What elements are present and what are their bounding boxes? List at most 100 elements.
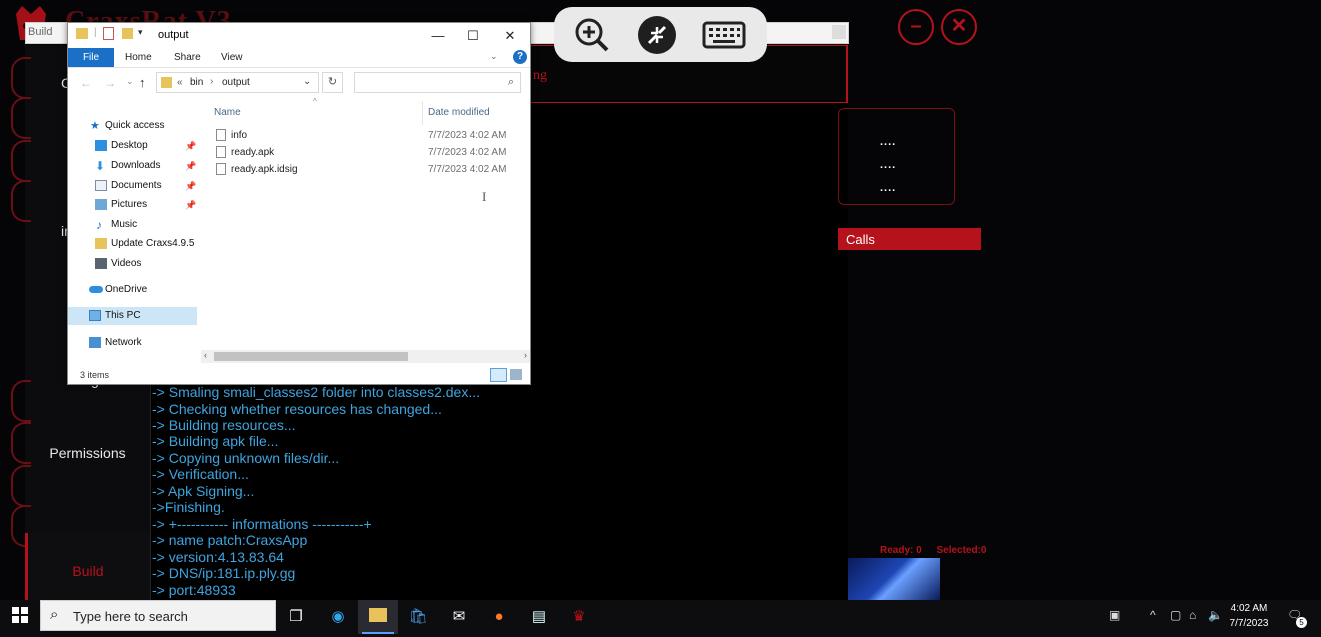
nav-music[interactable]: ♪ Music <box>68 216 197 234</box>
file-row[interactable]: ready.apk 7/7/2023 4:02 AM <box>201 144 530 161</box>
forward-icon[interactable]: → <box>104 76 116 90</box>
nav-network[interactable]: Network <box>68 334 197 352</box>
recent-locations-icon[interactable]: ⌄ <box>126 76 134 87</box>
volume-icon[interactable]: 🔈 <box>1208 608 1223 622</box>
clock-time: 4:02 AM <box>1230 603 1268 614</box>
scrollbar-thumb[interactable] <box>214 352 408 361</box>
search-input[interactable]: ⌕ <box>354 72 521 93</box>
nav-edge <box>11 57 31 99</box>
nav-label: Quick access <box>105 120 165 131</box>
expand-ribbon-icon[interactable]: ⌄ <box>490 51 498 62</box>
large-icons-view-icon[interactable] <box>510 369 522 380</box>
build-window-label: Build <box>28 26 53 38</box>
close-icon[interactable]: ✕ <box>492 25 528 47</box>
file-row[interactable]: info 7/7/2023 4:02 AM <box>201 127 530 144</box>
sort-ascending-icon: ^ <box>313 97 317 106</box>
network-status-icon[interactable]: ⌂ <box>1189 608 1196 622</box>
pin-icon[interactable]: 📌 <box>185 177 196 195</box>
customize-toolbar-icon[interactable]: ▾ <box>138 27 143 38</box>
search-placeholder: Type here to search <box>73 609 188 624</box>
back-icon[interactable]: ← <box>80 76 92 90</box>
file-date: 7/7/2023 4:02 AM <box>428 130 507 141</box>
address-row: ← → ⌄ ↑ « bin › output ⌄ ↻ ⌕ <box>68 70 530 97</box>
up-icon[interactable]: ↑ <box>139 75 146 90</box>
tab-view[interactable]: View <box>221 48 243 67</box>
nav-this-pc[interactable]: This PC <box>68 307 197 325</box>
tab-share[interactable]: Share <box>174 48 201 67</box>
address-bar[interactable]: « bin › output ⌄ <box>156 72 319 93</box>
file-icon <box>216 163 226 175</box>
horizontal-scrollbar[interactable]: ‹ › <box>201 350 530 363</box>
sidebar-item-build[interactable]: Build <box>25 533 153 610</box>
properties-icon[interactable] <box>103 27 114 40</box>
news-icon[interactable]: ▣ <box>1109 608 1120 622</box>
system-clock[interactable]: 4:02 AM 7/7/2023 <box>1224 601 1274 631</box>
pin-icon[interactable]: 📌 <box>185 157 196 175</box>
tab-home[interactable]: Home <box>125 48 152 67</box>
pin-icon[interactable]: 📌 <box>185 137 196 155</box>
nav-update-craxs[interactable]: Update Craxs4.9.5 <box>68 235 197 253</box>
column-header-name[interactable]: Name <box>214 107 241 118</box>
console-line: -> Building resources... <box>152 417 296 433</box>
nav-downloads[interactable]: ⬇ Downloads 📌 <box>68 157 197 175</box>
minimize-app-button[interactable]: – <box>898 9 934 45</box>
remote-desktop-icon[interactable] <box>637 15 677 55</box>
nav-edge <box>11 180 31 222</box>
minimize-icon[interactable]: — <box>420 25 456 47</box>
nav-pictures[interactable]: Pictures 📌 <box>68 196 197 214</box>
sidebar-item-permissions[interactable]: Permissions <box>25 445 150 461</box>
firefox-icon[interactable]: ● <box>487 605 511 629</box>
chevron-down-icon[interactable]: ⌄ <box>303 76 311 87</box>
nav-edge <box>11 465 31 507</box>
selected-count: Selected:0 <box>936 545 987 556</box>
search-icon: ⌕ <box>507 76 514 88</box>
windows-start-icon[interactable] <box>12 607 28 628</box>
scroll-left-icon[interactable]: ‹ <box>204 350 207 360</box>
explorer-taskbar-active[interactable] <box>358 600 398 634</box>
maximize-icon[interactable]: ☐ <box>455 25 491 47</box>
edge-icon[interactable]: ◉ <box>326 605 350 629</box>
calls-tab[interactable]: Calls <box>838 228 981 250</box>
refresh-icon[interactable]: ↻ <box>322 72 343 93</box>
breadcrumb-output[interactable]: output <box>222 77 250 88</box>
mail-icon[interactable]: ✉ <box>447 605 471 629</box>
close-app-button[interactable]: ✕ <box>941 9 977 45</box>
nav-edge <box>11 140 31 182</box>
video-icon <box>95 258 107 269</box>
cloud-icon <box>89 286 103 293</box>
nav-edge <box>11 97 31 139</box>
console-line: -> version:4.13.83.64 <box>152 549 284 565</box>
taskbar-search-input[interactable]: ⌕ Type here to search <box>40 600 276 631</box>
keyboard-icon[interactable] <box>701 15 747 55</box>
chevron-right-icon: › <box>210 76 214 87</box>
file-row[interactable]: ready.apk.idsig 7/7/2023 4:02 AM <box>201 161 530 178</box>
task-view-icon[interactable]: ❐ <box>284 605 308 629</box>
details-view-icon[interactable] <box>490 368 507 382</box>
breadcrumb-overflow[interactable]: « <box>177 77 183 88</box>
file-name: ready.apk <box>231 147 275 158</box>
nav-videos[interactable]: Videos <box>68 255 197 273</box>
column-divider[interactable] <box>422 101 423 125</box>
nav-quick-access[interactable]: ★ Quick access <box>68 117 197 135</box>
console-line: ->Finishing. <box>152 499 225 515</box>
nav-documents[interactable]: Documents 📌 <box>68 177 197 195</box>
breadcrumb-bin[interactable]: bin <box>190 77 203 88</box>
pin-icon[interactable]: 📌 <box>185 196 196 214</box>
console-line: -> Verification... <box>152 466 249 482</box>
scroll-right-icon[interactable]: › <box>524 350 527 360</box>
tab-file[interactable]: File <box>68 48 114 67</box>
nav-label: Videos <box>111 258 142 269</box>
app-window-icon[interactable]: ▤ <box>527 605 551 629</box>
chevron-up-icon[interactable]: ^ <box>1150 608 1156 622</box>
store-icon[interactable]: 🛍 <box>406 605 430 629</box>
zoom-in-icon[interactable] <box>572 15 612 55</box>
craxs-app-icon[interactable]: ♛ <box>567 605 591 629</box>
new-folder-icon[interactable] <box>122 28 133 39</box>
nav-desktop[interactable]: Desktop 📌 <box>68 137 197 155</box>
build-window-control[interactable] <box>832 25 846 39</box>
nav-onedrive[interactable]: OneDrive <box>68 281 197 299</box>
help-icon[interactable]: ? <box>513 50 527 64</box>
column-header-date[interactable]: Date modified <box>428 107 490 118</box>
meet-now-icon[interactable]: ▢ <box>1170 608 1181 622</box>
nav-label: Pictures <box>111 199 148 210</box>
